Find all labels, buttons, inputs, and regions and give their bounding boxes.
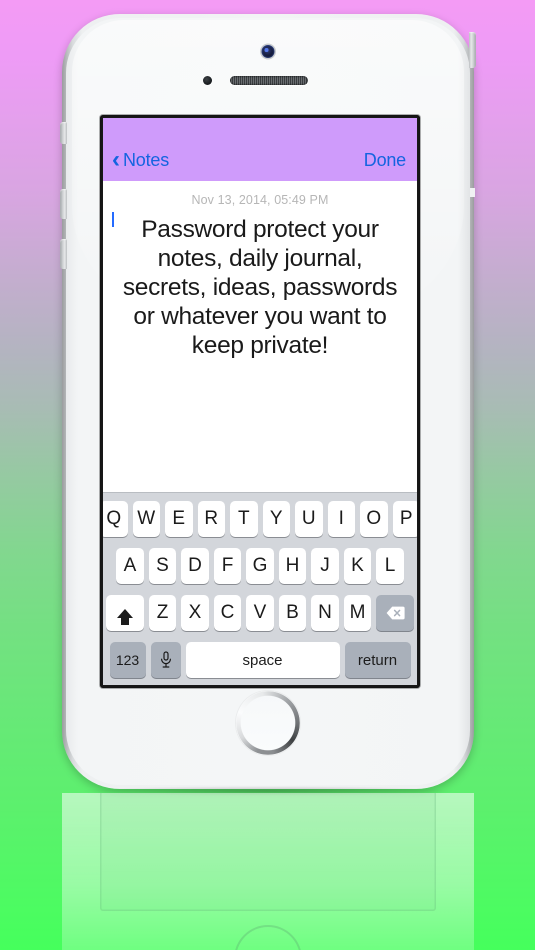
volume-up-button[interactable] xyxy=(60,189,67,219)
key-l[interactable]: L xyxy=(376,548,404,584)
key-n[interactable]: N xyxy=(311,595,339,631)
done-button[interactable]: Done xyxy=(364,150,406,171)
key-d[interactable]: D xyxy=(181,548,209,584)
key-i[interactable]: I xyxy=(327,501,355,537)
note-editor[interactable]: Nov 13, 2014, 05:49 PM Password protect … xyxy=(103,181,417,492)
microphone-icon xyxy=(160,651,172,669)
key-q[interactable]: Q xyxy=(103,501,128,537)
key-m[interactable]: M xyxy=(343,595,372,631)
return-key[interactable]: return xyxy=(344,642,411,678)
key-f[interactable]: F xyxy=(213,548,242,584)
iphone-device: ‹ Notes Done Nov 13, 2014, 05:49 PM Pass… xyxy=(60,14,476,789)
onscreen-keyboard[interactable]: Q W E R T Y U I O P A S D F G H J K L Z … xyxy=(103,492,417,685)
note-body-container: Password protect your notes, daily journ… xyxy=(103,207,417,360)
key-a[interactable]: A xyxy=(116,548,144,584)
front-camera-icon xyxy=(261,45,275,58)
navigation-bar: ‹ Notes Done xyxy=(103,118,417,181)
keyboard-row-1: Q W E R T Y U I O P xyxy=(103,501,417,537)
key-s[interactable]: S xyxy=(148,548,177,584)
keyboard-row-4: 123 space return xyxy=(106,642,414,678)
key-g[interactable]: G xyxy=(246,548,274,584)
keyboard-row-3: Z X C V B N M xyxy=(105,595,415,631)
key-t[interactable]: T xyxy=(230,501,258,537)
phone-screen: ‹ Notes Done Nov 13, 2014, 05:49 PM Pass… xyxy=(103,118,417,685)
key-w[interactable]: W xyxy=(132,501,160,537)
earpiece-speaker-icon xyxy=(230,76,308,85)
proximity-sensor-icon xyxy=(203,76,212,85)
mute-switch[interactable] xyxy=(60,122,67,144)
power-button[interactable] xyxy=(469,32,476,68)
key-x[interactable]: X xyxy=(181,595,209,631)
key-v[interactable]: V xyxy=(246,595,274,631)
back-button[interactable]: ‹ Notes xyxy=(112,145,170,173)
key-c[interactable]: C xyxy=(213,595,242,631)
note-timestamp: Nov 13, 2014, 05:49 PM xyxy=(191,193,329,207)
key-p[interactable]: P xyxy=(392,501,417,537)
screen-bezel: ‹ Notes Done Nov 13, 2014, 05:49 PM Pass… xyxy=(100,115,420,688)
device-reflection xyxy=(62,793,474,950)
antenna-band xyxy=(470,188,475,197)
backspace-key[interactable] xyxy=(376,595,415,631)
space-key[interactable]: space xyxy=(185,642,340,678)
volume-down-button[interactable] xyxy=(60,239,67,269)
text-cursor xyxy=(112,212,114,227)
camera-lens-glint xyxy=(264,48,268,52)
key-y[interactable]: Y xyxy=(262,501,290,537)
dictation-key[interactable] xyxy=(150,642,181,678)
reflection-screen xyxy=(100,793,436,911)
reflection-home-button xyxy=(236,927,300,950)
key-j[interactable]: J xyxy=(311,548,339,584)
shift-key[interactable] xyxy=(105,595,144,631)
key-e[interactable]: E xyxy=(165,501,193,537)
key-k[interactable]: K xyxy=(343,548,372,584)
key-h[interactable]: H xyxy=(278,548,307,584)
key-r[interactable]: R xyxy=(197,501,225,537)
back-button-label: Notes xyxy=(123,150,170,170)
backspace-icon xyxy=(386,606,405,620)
home-button-icon[interactable] xyxy=(236,691,300,755)
key-u[interactable]: U xyxy=(295,501,323,537)
numeric-keyboard-key[interactable]: 123 xyxy=(109,642,146,678)
note-body-text[interactable]: Password protect your notes, daily journ… xyxy=(117,215,403,360)
key-z[interactable]: Z xyxy=(148,595,177,631)
shift-arrow-icon xyxy=(116,608,133,625)
key-b[interactable]: B xyxy=(278,595,307,631)
key-o[interactable]: O xyxy=(360,501,388,537)
chevron-left-icon: ‹ xyxy=(112,145,120,173)
keyboard-row-2: A S D F G H J K L xyxy=(106,548,414,584)
